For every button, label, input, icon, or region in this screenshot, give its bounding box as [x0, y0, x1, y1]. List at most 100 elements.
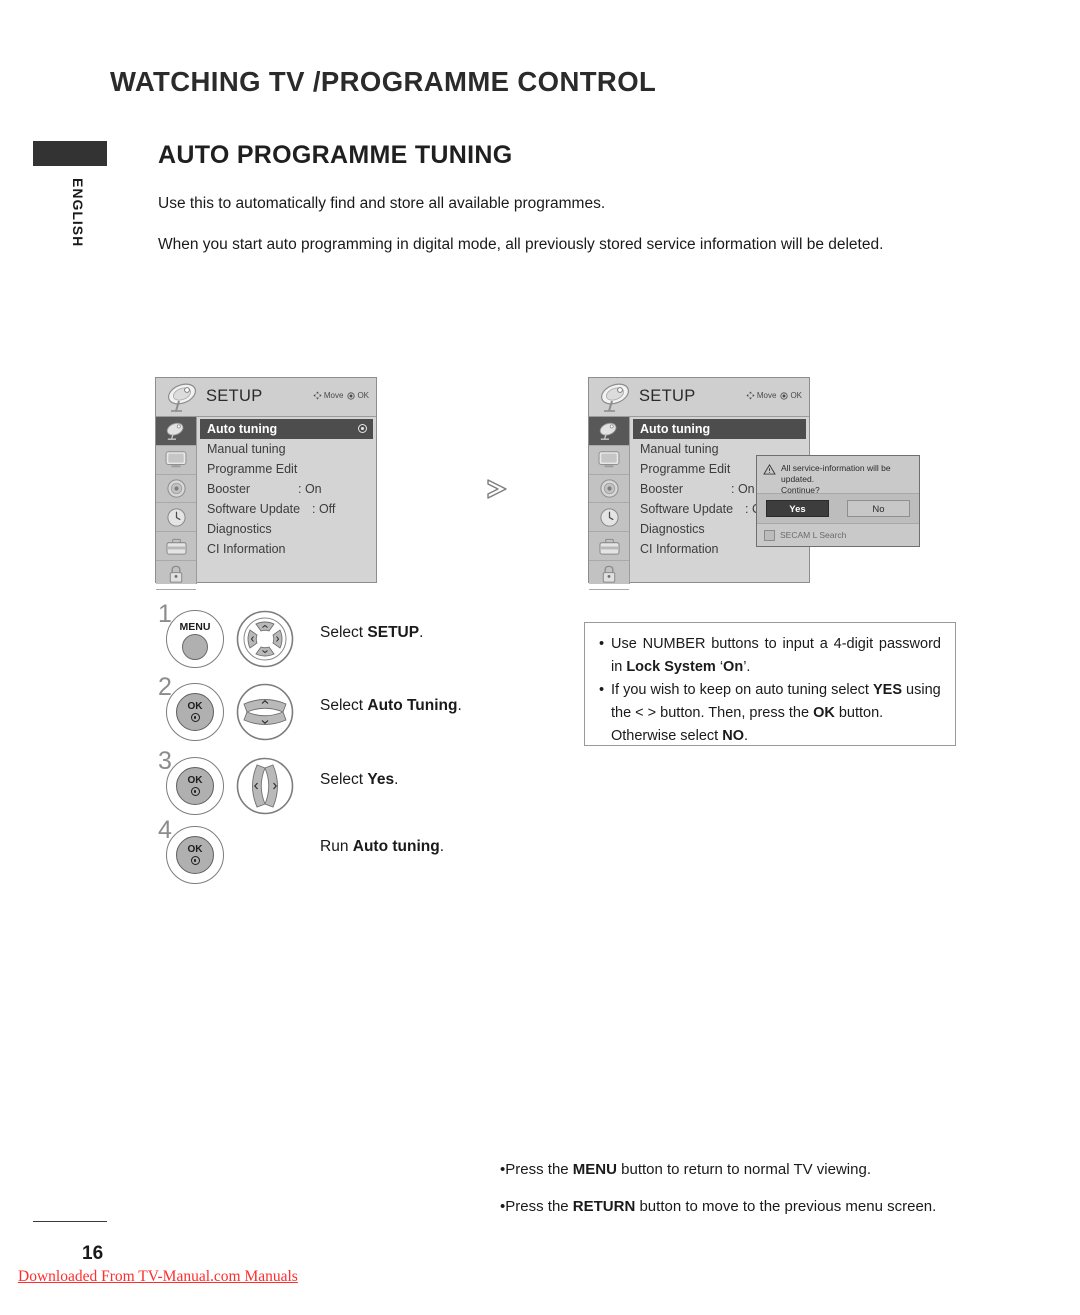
step-text-prefix: Select [320, 771, 368, 788]
rail-item-satellite[interactable] [589, 417, 629, 446]
audio-speaker-icon [599, 479, 619, 498]
step-text-prefix: Select [320, 624, 368, 641]
page-number: 16 [82, 1243, 104, 1264]
ok-button-label: OK [187, 775, 203, 786]
menu-item-label: Diagnostics [207, 522, 272, 536]
rail-item-time[interactable] [589, 503, 629, 533]
rail-item-time[interactable] [156, 503, 196, 533]
step-1-text: Select SETUP. [320, 624, 423, 642]
dialog-message: All service-information will be updated.… [757, 456, 919, 497]
note-2-d: OK [813, 705, 835, 721]
lock-icon [602, 566, 616, 584]
menu-item-label: Diagnostics [640, 522, 705, 536]
menu-item-label: Programme Edit [640, 462, 731, 476]
ok-button[interactable]: OK [166, 683, 224, 741]
secam-checkbox-label: SECAM L Search [780, 530, 847, 540]
menu-item-diagnostics[interactable]: Diagnostics [200, 519, 373, 539]
yes-button[interactable]: Yes [766, 500, 829, 517]
ok-button[interactable]: OK [166, 757, 224, 815]
note-2-f: NO [722, 728, 744, 744]
menu-item-software-update[interactable]: Software Update : Off [200, 499, 373, 519]
four-way-navigation-pad[interactable] [236, 610, 294, 668]
step-2-text: Select Auto Tuning. [320, 697, 462, 715]
menu-button-label: MENU [179, 621, 211, 633]
menu-button[interactable]: MENU [166, 610, 224, 668]
osd-hint-bar: Move OK [313, 391, 369, 400]
step-text-bold: Auto Tuning [367, 697, 458, 714]
menu-item-label: Software Update [640, 502, 734, 516]
ok-dot-icon [190, 787, 200, 796]
menu-item-auto-tuning[interactable]: Auto tuning [200, 419, 373, 439]
ok-button-inner: OK [176, 767, 214, 805]
secam-checkbox[interactable] [764, 529, 775, 541]
menu-item-label: Software Update [207, 502, 301, 516]
menu-item-label: CI Information [640, 542, 719, 556]
osd-category-rail [589, 417, 630, 590]
menu-item-auto-tuning[interactable]: Auto tuning [633, 419, 806, 439]
menu-item-value: : Off [312, 502, 336, 516]
ok-button-inner: OK [176, 693, 214, 731]
page-title: AUTO PROGRAMME TUNING [158, 141, 513, 169]
note-item-1: Use NUMBER buttons to input a 4-digit pa… [599, 633, 941, 679]
four-way-arrows-icon [746, 391, 755, 400]
up-down-navigation-pad[interactable] [236, 683, 294, 741]
lock-icon [169, 566, 183, 584]
step-text-suffix: . [419, 624, 424, 641]
bnote-2-a: Press the [505, 1198, 573, 1215]
osd-body: Auto tuning Manual tuning Programme Edit… [156, 417, 376, 590]
chapter-title: WATCHING TV /PROGRAMME CONTROL [110, 66, 657, 97]
note-1-d: On [723, 659, 744, 675]
move-hint: Move [313, 391, 343, 400]
osd-category-rail [156, 417, 197, 590]
four-way-arrows-icon [313, 391, 322, 400]
ok-radio-icon [347, 391, 356, 400]
selected-radio-icon [358, 424, 367, 433]
step-text-prefix: Select [320, 697, 368, 714]
satellite-dish-icon [166, 422, 184, 440]
bnote-1-c: button to return to normal TV viewing. [616, 1161, 871, 1178]
menu-item-label: Auto tuning [207, 422, 278, 436]
left-right-navigation-pad[interactable] [236, 757, 294, 815]
audio-speaker-icon [166, 479, 186, 498]
no-button[interactable]: No [847, 500, 910, 517]
flow-arrow-icon [487, 479, 507, 499]
rail-item-option[interactable] [589, 532, 629, 561]
ok-hint-label: OK [357, 391, 369, 400]
move-hint-label: Move [756, 391, 777, 400]
language-label: ENGLISH [70, 178, 86, 248]
note-2-b: YES [872, 682, 902, 698]
dialog-message-line-1: All service-information will be updated. [781, 463, 891, 484]
note-box: Use NUMBER buttons to input a 4-digit pa… [584, 622, 956, 746]
menu-item-label: Manual tuning [640, 442, 719, 456]
bnote-1-a: Press the [505, 1161, 573, 1178]
note-item-2: If you wish to keep on auto tuning selec… [599, 679, 941, 748]
osd-hint-bar: Move OK [746, 391, 802, 400]
rail-item-picture[interactable] [589, 446, 629, 475]
note-2-g: . [743, 728, 748, 744]
rail-item-picture[interactable] [156, 446, 196, 475]
menu-item-ci-information[interactable]: CI Information [200, 539, 373, 559]
rail-item-lock[interactable] [589, 561, 629, 590]
menu-item-value: : On [298, 482, 322, 496]
bottom-note-1: Press the MENU button to return to norma… [500, 1161, 871, 1178]
clock-icon [599, 508, 619, 527]
menu-item-programme-edit[interactable]: Programme Edit [200, 459, 373, 479]
rail-item-audio[interactable] [589, 475, 629, 504]
satellite-dish-icon [600, 383, 630, 412]
menu-item-booster[interactable]: Booster : On [200, 479, 373, 499]
menu-item-manual-tuning[interactable]: Manual tuning [200, 439, 373, 459]
footer-divider [33, 1221, 107, 1222]
confirm-dialog: All service-information will be updated.… [756, 455, 920, 547]
menu-item-value: : On [731, 482, 755, 496]
ok-button[interactable]: OK [166, 826, 224, 884]
rail-item-audio[interactable] [156, 475, 196, 504]
ok-hint: OK [347, 391, 369, 400]
satellite-dish-icon [167, 383, 197, 412]
rail-item-option[interactable] [156, 532, 196, 561]
intro-paragraph-1: Use this to automatically find and store… [158, 195, 606, 212]
download-source-link[interactable]: Downloaded From TV-Manual.com Manuals [18, 1268, 298, 1286]
rail-item-lock[interactable] [156, 561, 196, 590]
step-4-text: Run Auto tuning. [320, 838, 444, 856]
ok-hint: OK [780, 391, 802, 400]
rail-item-satellite[interactable] [156, 417, 196, 446]
